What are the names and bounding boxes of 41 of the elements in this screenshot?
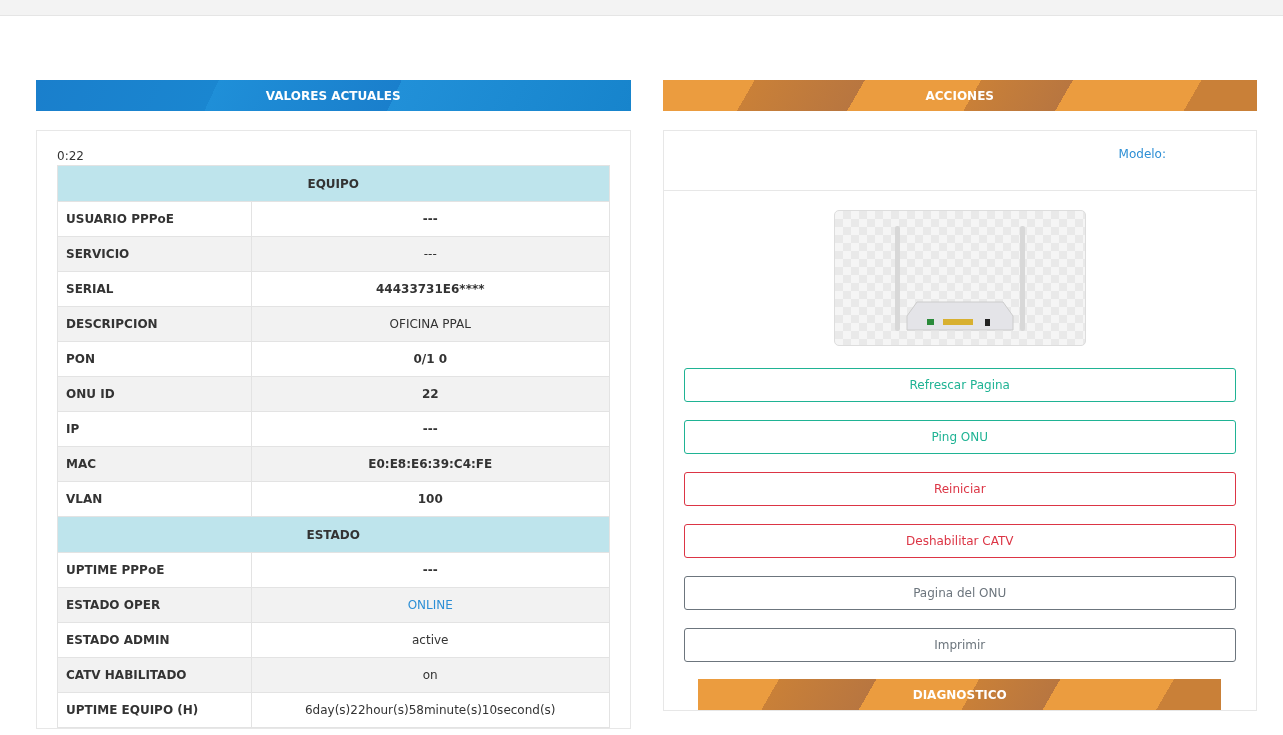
action-button[interactable]: Imprimir xyxy=(683,628,1236,662)
table-cell: ESTADO OPER xyxy=(57,587,252,623)
table-cell: --- xyxy=(251,411,609,447)
action-button[interactable]: Refrescar Pagina xyxy=(683,368,1236,402)
section-banner: VALORES ACTUALES xyxy=(36,80,631,111)
table-cell: UPTIME PPPoE xyxy=(57,552,252,588)
table-cell: --- xyxy=(251,201,609,237)
table-cell: 44433731E6**** xyxy=(251,271,609,307)
table-cell: SERIAL xyxy=(57,271,252,307)
section-header: EQUIPO xyxy=(57,165,609,202)
timer-text: 0:22 xyxy=(57,148,85,165)
table-cell: OFICINA PPAL xyxy=(251,306,609,342)
table-cell: active xyxy=(251,622,609,658)
table-cell: 0/1 0 xyxy=(251,341,609,377)
table-cell: --- xyxy=(251,552,609,588)
table-cell: --- xyxy=(251,236,609,272)
table-cell: 22 xyxy=(251,376,609,412)
table-cell: ESTADO ADMIN xyxy=(57,622,252,658)
section-banner: ACCIONES xyxy=(662,80,1257,111)
table-cell: USUARIO PPPoE xyxy=(57,201,252,237)
section-header: ESTADO xyxy=(57,516,609,553)
table-cell: UPTIME EQUIPO (H) xyxy=(57,692,252,728)
action-button[interactable]: Deshabilitar CATV xyxy=(683,524,1236,558)
table-cell: 100 xyxy=(251,481,609,517)
table-cell: 6day(s)22hour(s)58minute(s)10second(s) xyxy=(251,692,609,728)
table-cell: ONU ID xyxy=(57,376,252,412)
section-banner: DIAGNOSTICO xyxy=(698,679,1222,710)
model-label: Modelo: xyxy=(1118,147,1166,163)
table-cell: on xyxy=(251,657,609,693)
table-cell: DESCRIPCION xyxy=(57,306,252,342)
table-cell: CATV HABILITADO xyxy=(57,657,252,693)
action-button[interactable]: Ping ONU xyxy=(683,420,1236,454)
action-button[interactable]: Pagina del ONU xyxy=(683,576,1236,610)
status-text: ONLINE xyxy=(251,587,609,623)
table-cell: E0:E8:E6:39:C4:FE xyxy=(251,446,609,482)
table-cell: SERVICIO xyxy=(57,236,252,272)
table-cell: IP xyxy=(57,411,252,447)
table-cell: VLAN xyxy=(57,481,252,517)
table-cell: MAC xyxy=(57,446,252,482)
action-button[interactable]: Reiniciar xyxy=(683,472,1236,506)
table-cell: PON xyxy=(57,341,252,377)
